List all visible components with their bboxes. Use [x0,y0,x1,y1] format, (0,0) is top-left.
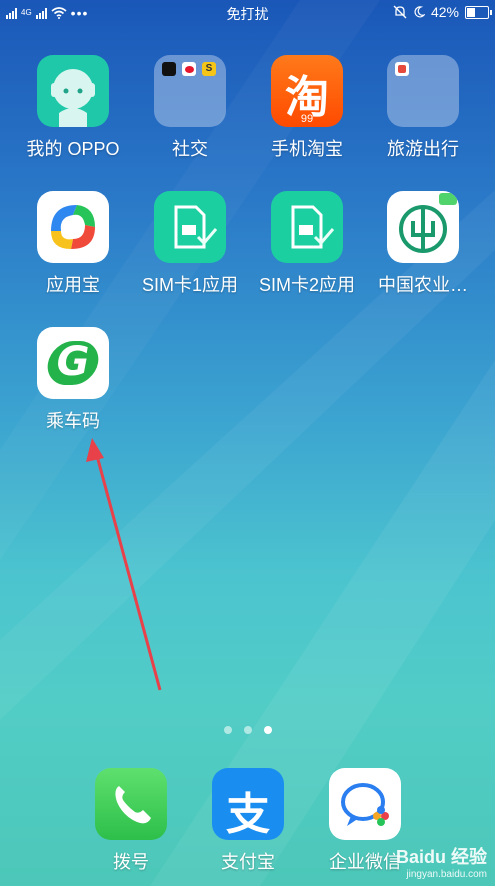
phone-icon [95,768,167,840]
wecom-icon [329,768,401,840]
app-label: 支付宝 [221,852,275,872]
watermark-main: Baidu 经验 [395,847,487,867]
baidu-watermark: Baidu 经验 jingyan.baidu.com [396,843,487,880]
page-dot[interactable] [223,726,232,734]
page-indicator[interactable] [0,726,495,734]
dock-app-alipay[interactable]: 支 支付宝 [189,768,307,874]
alipay-glyph: 支 [226,789,270,840]
watermark-sub: jingyan.baidu.com [406,869,487,880]
page-dot[interactable] [263,726,272,734]
app-label: 拨号 [113,852,149,872]
annotation-arrow [86,438,162,691]
page-dot[interactable] [243,726,252,734]
alipay-icon: 支 [212,768,284,840]
dock-app-phone[interactable]: 拨号 [72,768,190,874]
